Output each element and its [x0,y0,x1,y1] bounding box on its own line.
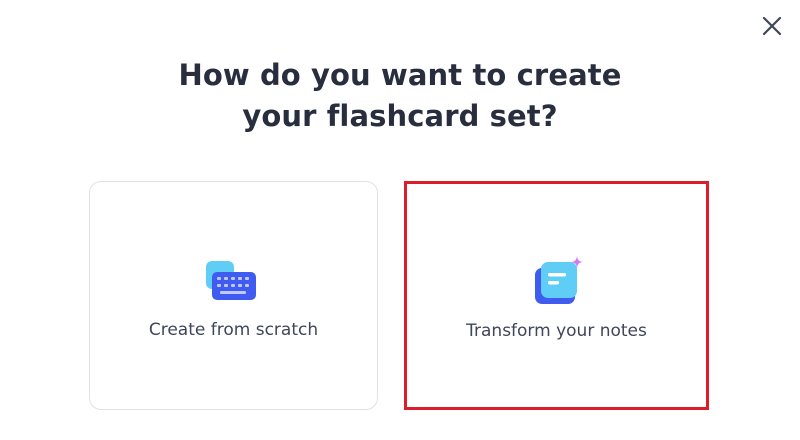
create-from-scratch-label: Create from scratch [148,320,319,340]
close-button[interactable] [760,14,784,38]
create-from-scratch-option[interactable]: Create from scratch [89,181,378,410]
dialog-title-line-2: your flashcard set? [242,99,558,133]
create-flashcard-set-dialog: How do you want to create your flashcard… [0,0,800,440]
transform-your-notes-label: Transform your notes [466,321,647,341]
close-icon [762,16,782,36]
notes-sparkle-icon [535,256,583,304]
keyboard-icon [206,261,256,300]
transform-your-notes-option[interactable]: Transform your notes [404,181,709,410]
dialog-title: How do you want to create your flashcard… [0,55,800,137]
dialog-title-line-1: How do you want to create [178,58,622,92]
